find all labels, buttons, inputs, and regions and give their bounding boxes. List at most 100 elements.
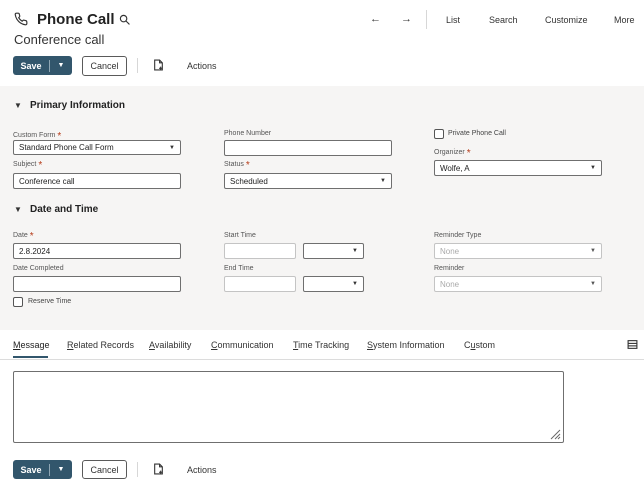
date-completed-input[interactable]	[13, 276, 181, 292]
end-time-input[interactable]	[224, 276, 296, 292]
organizer-select[interactable]: Wolfe, A ▼	[434, 160, 602, 176]
footer-toolbar-divider	[137, 462, 138, 477]
organizer-label: Organizer *	[434, 146, 471, 159]
record-subtitle: Conference call	[14, 32, 105, 47]
date-value: 2.8.2024	[19, 246, 51, 256]
custom-form-value: Standard Phone Call Form	[19, 143, 114, 152]
nav-divider	[426, 10, 427, 29]
layout-icon[interactable]	[627, 339, 638, 350]
search-icon[interactable]	[119, 14, 130, 25]
start-time-input[interactable]	[224, 243, 296, 259]
reserve-time-label: Reserve Time	[28, 298, 72, 305]
tab-custom[interactable]: Custom	[464, 340, 495, 350]
required-marker: *	[466, 148, 471, 159]
private-phone-call-checkbox[interactable]	[434, 129, 444, 139]
page-title: Phone Call	[37, 11, 115, 28]
private-phone-call-label: Private Phone Call	[448, 130, 506, 137]
start-time-ampm-select[interactable]: ▼	[303, 243, 364, 259]
save-options-caret-icon[interactable]: ▼	[50, 62, 72, 69]
status-select[interactable]: Scheduled ▼	[224, 173, 392, 189]
status-value: Scheduled	[230, 176, 268, 186]
chevron-down-icon: ▼	[352, 248, 358, 254]
cancel-button[interactable]: Cancel	[82, 56, 127, 76]
collapse-date-time-chevron-icon[interactable]: ▼	[14, 205, 22, 214]
reserve-time-checkbox[interactable]	[13, 297, 23, 307]
chevron-down-icon: ▼	[169, 144, 175, 151]
resize-handle-icon[interactable]	[549, 428, 561, 440]
tab-label: elated Records	[73, 340, 135, 350]
subject-input[interactable]: Conference call	[13, 173, 181, 189]
tab-label: vailability	[154, 340, 192, 350]
chevron-down-icon: ▼	[380, 178, 386, 184]
organizer-label-text: Organizer	[434, 149, 465, 156]
footer-save-button-label: Save	[20, 464, 42, 475]
chevron-down-icon: ▼	[590, 281, 596, 287]
footer-actions-menu[interactable]: Actions	[187, 465, 217, 475]
section-primary-information[interactable]: Primary Information	[30, 100, 125, 111]
phone-number-label: Phone Number	[224, 130, 272, 137]
collapse-primary-chevron-icon[interactable]: ▼	[14, 101, 22, 110]
tab-label: stom	[475, 340, 496, 350]
active-tab-indicator	[13, 356, 48, 358]
save-button[interactable]: Save ▼	[13, 56, 72, 75]
footer-save-button[interactable]: Save ▼	[13, 460, 72, 479]
organizer-value: Wolfe, A	[440, 163, 470, 173]
required-marker: *	[245, 160, 250, 171]
message-textarea[interactable]	[13, 371, 564, 443]
reminder-label: Reminder	[434, 265, 465, 272]
chevron-down-icon: ▼	[590, 248, 596, 254]
save-button-label: Save	[20, 60, 42, 71]
previous-record-arrow[interactable]: ←	[370, 13, 381, 25]
tab-label: essage	[20, 340, 50, 350]
next-record-arrow[interactable]: →	[401, 13, 412, 25]
end-time-ampm-select[interactable]: ▼	[303, 276, 364, 292]
reminder-select[interactable]: None ▼	[434, 276, 602, 292]
search-link[interactable]: Search	[489, 15, 518, 25]
custom-form-label: Custom Form *	[13, 129, 61, 142]
tab-system-information[interactable]: System Information	[367, 340, 445, 350]
section-date-and-time[interactable]: Date and Time	[30, 204, 98, 215]
tab-label: ime Tracking	[298, 340, 350, 350]
status-label: Status *	[224, 158, 250, 171]
footer-cancel-button[interactable]: Cancel	[82, 460, 127, 479]
tab-message[interactable]: Message	[13, 340, 50, 350]
start-time-label: Start Time	[224, 232, 256, 239]
save-options-caret-icon[interactable]: ▼	[50, 466, 72, 473]
phone-number-input[interactable]	[224, 140, 392, 156]
reminder-value: None	[440, 279, 460, 289]
required-marker: *	[38, 160, 43, 171]
required-marker: *	[29, 231, 34, 242]
tab-label: ystem Information	[373, 340, 445, 350]
toolbar-divider	[137, 58, 138, 73]
new-document-icon[interactable]	[153, 463, 164, 475]
custom-form-select[interactable]: Standard Phone Call Form ▼	[13, 140, 181, 155]
tabs-divider	[0, 359, 644, 360]
subject-label-text: Subject	[13, 161, 37, 168]
new-document-icon[interactable]	[153, 59, 164, 71]
tab-accesskey: M	[13, 340, 21, 350]
customize-link[interactable]: Customize	[545, 15, 588, 25]
reminder-type-label: Reminder Type	[434, 232, 482, 239]
chevron-down-icon: ▼	[352, 281, 358, 287]
reminder-type-select[interactable]: None ▼	[434, 243, 602, 259]
date-label: Date *	[13, 229, 34, 242]
phone-icon	[14, 12, 28, 26]
actions-menu[interactable]: Actions	[187, 61, 217, 71]
date-completed-label: Date Completed	[13, 265, 64, 272]
tab-related-records[interactable]: Related Records	[67, 340, 134, 350]
tab-communication[interactable]: Communication	[211, 340, 274, 350]
tab-availability[interactable]: Availability	[149, 340, 191, 350]
end-time-label: End Time	[224, 265, 254, 272]
subject-label: Subject *	[13, 158, 43, 171]
chevron-down-icon: ▼	[590, 165, 596, 171]
tab-label: ommunication	[217, 340, 274, 350]
reminder-type-value: None	[440, 246, 460, 256]
subject-value: Conference call	[19, 176, 75, 186]
date-input[interactable]: 2.8.2024	[13, 243, 181, 259]
status-label-text: Status	[224, 161, 244, 168]
more-link[interactable]: More	[614, 15, 635, 25]
custom-form-label-text: Custom Form	[13, 132, 56, 139]
tab-time-tracking[interactable]: Time Tracking	[293, 340, 349, 350]
list-link[interactable]: List	[446, 15, 460, 25]
date-label-text: Date	[13, 232, 28, 239]
